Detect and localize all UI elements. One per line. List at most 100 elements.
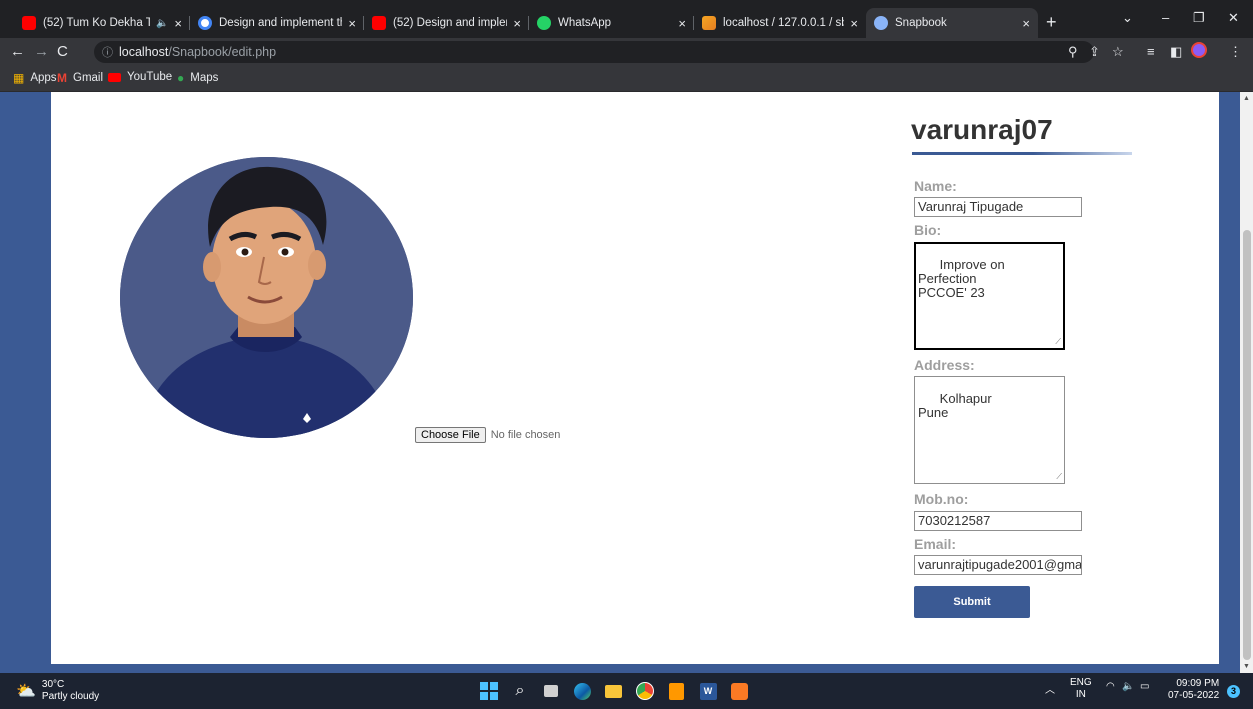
close-icon[interactable]: ×	[513, 16, 521, 31]
word-glyph: W	[699, 682, 717, 700]
battery-icon[interactable]: ▭	[1140, 681, 1149, 692]
restore-button[interactable]: ❐	[1193, 10, 1205, 26]
tab-title: (52) Tum Ko Dekha Toh	[43, 17, 150, 29]
notification-badge[interactable]: 3	[1227, 685, 1240, 698]
tab-title: Snapbook	[895, 17, 947, 29]
xampp-icon[interactable]	[728, 680, 750, 702]
language-indicator[interactable]: ENG IN	[1070, 677, 1092, 701]
clock-time: 09:09 PM	[1176, 678, 1220, 689]
tab-snapbook[interactable]: Snapbook ×	[866, 8, 1038, 38]
volume-icon[interactable]: 🔈	[1122, 681, 1134, 692]
youtube-icon	[372, 16, 386, 30]
tab-title: WhatsApp	[558, 17, 612, 29]
bookmark-star-icon[interactable]: ☆	[1112, 44, 1124, 60]
reading-list-icon[interactable]: ≡	[1147, 44, 1155, 59]
xampp-glyph	[730, 682, 748, 700]
zoom-icon[interactable]: ⚲	[1068, 44, 1078, 60]
bookmark-apps[interactable]: ▦ Apps	[13, 71, 57, 85]
address-bar[interactable]: ⓘ localhost/Snapbook/edit.php	[94, 41, 1094, 63]
windows-taskbar: ⛅ 30°C Partly cloudy ⌕ W ︿ ENG IN ◠ 🔈 ▭ …	[0, 673, 1253, 709]
word-icon[interactable]: W	[697, 680, 719, 702]
tab-search-chevron-icon[interactable]: ⌄	[1122, 10, 1133, 26]
new-tab-button[interactable]: +	[1046, 12, 1057, 33]
name-label: Name:	[914, 178, 957, 194]
side-panel-icon[interactable]: ◧	[1170, 44, 1182, 60]
page-scrollbar[interactable]: ▲ ▼	[1240, 92, 1253, 673]
scrollbar-thumb[interactable]	[1243, 230, 1251, 660]
email-input[interactable]: varunrajtipugade2001@gmail.com	[914, 555, 1082, 575]
resize-grip-icon[interactable]: ⟋	[1055, 338, 1061, 346]
folder-glyph	[604, 684, 622, 698]
profile-avatar-image	[120, 157, 413, 438]
bookmark-youtube[interactable]: YouTube	[108, 71, 172, 83]
search-icon[interactable]: ⌕	[509, 680, 531, 702]
chrome-icon[interactable]	[634, 680, 656, 702]
partly-cloudy-icon: ⛅	[16, 683, 36, 700]
close-icon[interactable]: ×	[678, 16, 686, 31]
weather-widget[interactable]: ⛅ 30°C Partly cloudy	[16, 679, 99, 703]
browser-toolbar: ← → C ⓘ localhost/Snapbook/edit.php ⚲ ⇪ …	[0, 38, 1253, 66]
task-view-glyph	[544, 685, 558, 697]
bio-text: Improve on Perfection PCCOE' 23	[918, 257, 1005, 300]
apps-grid-icon: ▦	[13, 71, 25, 85]
bookmark-label: YouTube	[127, 71, 173, 83]
close-icon[interactable]: ×	[850, 16, 858, 31]
address-host: localhost	[119, 45, 169, 59]
submit-button[interactable]: Submit	[914, 586, 1030, 618]
maps-pin-icon: ●	[177, 71, 185, 85]
whatsapp-icon	[537, 16, 551, 30]
system-clock[interactable]: 09:09 PM 07-05-2022	[1168, 678, 1219, 702]
address-label: Address:	[914, 357, 975, 373]
tab-title: (52) Design and implement	[393, 17, 507, 29]
bookmark-maps[interactable]: ● Maps	[177, 71, 218, 85]
start-windows-icon[interactable]	[478, 680, 500, 702]
tray-chevron-icon[interactable]: ︿	[1045, 681, 1055, 696]
speaker-icon[interactable]: 🔈	[156, 18, 168, 29]
back-button[interactable]: ←	[10, 43, 25, 60]
resize-grip-icon[interactable]: ⟋	[1056, 473, 1062, 481]
tab-whatsapp[interactable]: WhatsApp ×	[529, 8, 694, 38]
info-icon[interactable]: ⓘ	[102, 44, 113, 60]
forward-button[interactable]: →	[34, 43, 49, 60]
tab-youtube-design[interactable]: (52) Design and implement ×	[364, 8, 529, 38]
tab-google-search[interactable]: Design and implement the ×	[190, 8, 364, 38]
youtube-icon	[22, 16, 36, 30]
sublime-glyph	[668, 682, 684, 700]
gmail-icon: M	[57, 71, 67, 85]
profile-avatar-icon[interactable]	[1191, 42, 1207, 58]
google-icon	[198, 16, 212, 30]
page-viewport: Choose File No file chosen varunraj07 Na…	[0, 92, 1253, 673]
close-icon[interactable]: ×	[348, 16, 356, 31]
profile-edit-card: Choose File No file chosen varunraj07 Na…	[51, 92, 1219, 664]
address-text: Kolhapur Pune	[918, 391, 992, 420]
wifi-icon[interactable]: ◠	[1106, 681, 1115, 692]
share-icon[interactable]: ⇪	[1089, 44, 1100, 60]
choose-file-button[interactable]: Choose File	[415, 427, 486, 443]
sublime-text-icon[interactable]	[665, 680, 687, 702]
close-icon[interactable]: ×	[1022, 16, 1030, 31]
tab-youtube-song[interactable]: (52) Tum Ko Dekha Toh 🔈 ×	[14, 8, 190, 38]
scroll-up-arrow-icon[interactable]: ▲	[1243, 95, 1250, 102]
menu-kebab-icon[interactable]: ⋮	[1229, 44, 1242, 60]
edge-browser-icon[interactable]	[571, 680, 593, 702]
bookmark-gmail[interactable]: M Gmail	[57, 71, 103, 85]
close-icon[interactable]: ×	[174, 16, 182, 31]
minimize-button[interactable]: –	[1162, 10, 1169, 25]
avatar-illustration	[120, 157, 413, 438]
task-view-icon[interactable]	[540, 680, 562, 702]
lang-bottom: IN	[1075, 689, 1086, 700]
scroll-down-arrow-icon[interactable]: ▼	[1243, 663, 1250, 670]
youtube-icon	[108, 72, 121, 82]
window-close-button[interactable]: ✕	[1228, 10, 1239, 26]
mobile-input[interactable]: 7030212587	[914, 511, 1082, 531]
name-input[interactable]: Varunraj Tipugade	[914, 197, 1082, 217]
email-label: Email:	[914, 536, 957, 552]
reload-button[interactable]: C	[57, 43, 68, 60]
address-textarea[interactable]: Kolhapur Pune ⟋	[914, 376, 1065, 484]
edge-glyph	[573, 682, 591, 700]
file-explorer-icon[interactable]	[602, 680, 624, 702]
tab-strip: (52) Tum Ko Dekha Toh 🔈 × Design and imp…	[0, 0, 1253, 38]
phpmyadmin-icon	[702, 16, 716, 30]
tab-phpmyadmin[interactable]: localhost / 127.0.0.1 / sb / ‹ ×	[694, 8, 866, 38]
bio-textarea[interactable]: Improve on Perfection PCCOE' 23 ⟋	[914, 242, 1065, 350]
